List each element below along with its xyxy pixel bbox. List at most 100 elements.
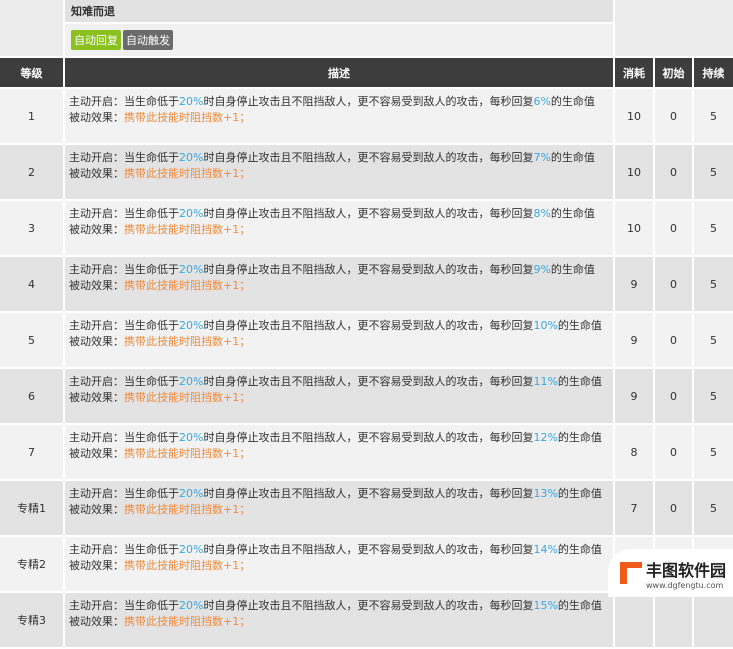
duration-cell: 5 xyxy=(694,145,733,201)
text: 被动效果： xyxy=(69,447,124,460)
passive-effect: 被动效果：携带此技能时阻挡数+1； xyxy=(69,166,613,182)
cost-cell: 9 xyxy=(615,257,653,313)
header-duration: 持续 xyxy=(694,58,733,89)
heal-value: 13% xyxy=(533,487,558,500)
heal-value: 9% xyxy=(533,263,551,276)
passive-effect: 被动效果：携带此技能时阻挡数+1； xyxy=(69,558,613,574)
level-cell: 7 xyxy=(0,425,63,481)
text: 的生命值 xyxy=(557,487,602,500)
passive-value: 携带此技能时阻挡数+1； xyxy=(124,335,251,348)
text: 时自身停止攻击且不阻挡敌人，更不容易受到敌人的攻击，每秒回复 xyxy=(203,319,534,332)
text: 被动效果： xyxy=(69,279,124,292)
table-row: 4 主动开启：当生命低于20%时自身停止攻击且不阻挡敌人，更不容易受到敌人的攻击… xyxy=(0,257,733,313)
desc-cell: 主动开启：当生命低于20%时自身停止攻击且不阻挡敌人，更不容易受到敌人的攻击，每… xyxy=(65,593,613,649)
text: 的生命值 xyxy=(557,319,602,332)
desc-cell: 主动开启：当生命低于20%时自身停止攻击且不阻挡敌人，更不容易受到敌人的攻击，每… xyxy=(65,145,613,201)
level-cell: 3 xyxy=(0,201,63,257)
text: 主动开启：当生命低于 xyxy=(69,263,179,276)
skill-tags: 自动回复 自动触发 xyxy=(65,24,613,58)
text: 时自身停止攻击且不阻挡敌人，更不容易受到敌人的攻击，每秒回复 xyxy=(203,599,534,612)
table-row: 3 主动开启：当生命低于20%时自身停止攻击且不阻挡敌人，更不容易受到敌人的攻击… xyxy=(0,201,733,257)
duration-cell: 5 xyxy=(694,313,733,369)
text: 时自身停止攻击且不阻挡敌人，更不容易受到敌人的攻击，每秒回复 xyxy=(203,263,534,276)
text: 主动开启：当生命低于 xyxy=(69,207,179,220)
text: 主动开启：当生命低于 xyxy=(69,431,179,444)
tag-auto-trigger: 自动触发 xyxy=(123,30,173,50)
text: 时自身停止攻击且不阻挡敌人，更不容易受到敌人的攻击，每秒回复 xyxy=(203,95,534,108)
passive-effect: 被动效果：携带此技能时阻挡数+1； xyxy=(69,502,613,518)
text: 的生命值 xyxy=(550,95,595,108)
text: 主动开启：当生命低于 xyxy=(69,319,179,332)
text: 主动开启：当生命低于 xyxy=(69,487,179,500)
heal-value: 15% xyxy=(533,599,558,612)
heal-value: 6% xyxy=(533,95,551,108)
table-row: 专精1 主动开启：当生命低于20%时自身停止攻击且不阻挡敌人，更不容易受到敌人的… xyxy=(0,481,733,537)
desc-cell: 主动开启：当生命低于20%时自身停止攻击且不阻挡敌人，更不容易受到敌人的攻击，每… xyxy=(65,313,613,369)
threshold-value: 20% xyxy=(179,319,204,332)
duration-cell xyxy=(694,593,733,649)
passive-effect: 被动效果：携带此技能时阻挡数+1； xyxy=(69,222,613,238)
cost-cell: 8 xyxy=(615,425,653,481)
skill-name: 知难而退 xyxy=(65,0,613,24)
level-cell: 2 xyxy=(0,145,63,201)
threshold-value: 20% xyxy=(179,95,204,108)
duration-cell: 5 xyxy=(694,89,733,145)
watermark-logo: 丰图软件园 www.dgfengtu.com xyxy=(608,549,733,597)
text: 主动开启：当生命低于 xyxy=(69,599,179,612)
text: 的生命值 xyxy=(557,543,602,556)
duration-cell: 5 xyxy=(694,257,733,313)
duration-cell: 5 xyxy=(694,201,733,257)
text: 的生命值 xyxy=(557,599,602,612)
level-cell: 专精2 xyxy=(0,537,63,593)
duration-cell: 5 xyxy=(694,481,733,537)
desc-cell: 主动开启：当生命低于20%时自身停止攻击且不阻挡敌人，更不容易受到敌人的攻击，每… xyxy=(65,425,613,481)
text: 时自身停止攻击且不阻挡敌人，更不容易受到敌人的攻击，每秒回复 xyxy=(203,375,534,388)
text: 时自身停止攻击且不阻挡敌人，更不容易受到敌人的攻击，每秒回复 xyxy=(203,487,534,500)
threshold-value: 20% xyxy=(179,207,204,220)
text: 被动效果： xyxy=(69,111,124,124)
heal-value: 7% xyxy=(533,151,551,164)
level-cell: 4 xyxy=(0,257,63,313)
text: 主动开启：当生命低于 xyxy=(69,543,179,556)
passive-effect: 被动效果：携带此技能时阻挡数+1； xyxy=(69,110,613,126)
duration-cell: 5 xyxy=(694,369,733,425)
text: 的生命值 xyxy=(550,263,595,276)
text: 主动开启：当生命低于 xyxy=(69,151,179,164)
init-cell: 0 xyxy=(655,89,692,145)
passive-value: 携带此技能时阻挡数+1； xyxy=(124,167,251,180)
text: 被动效果： xyxy=(69,335,124,348)
text: 主动开启：当生命低于 xyxy=(69,375,179,388)
header-cost: 消耗 xyxy=(615,58,653,89)
text: 被动效果： xyxy=(69,559,124,572)
cost-cell: 10 xyxy=(615,89,653,145)
desc-cell: 主动开启：当生命低于20%时自身停止攻击且不阻挡敌人，更不容易受到敌人的攻击，每… xyxy=(65,481,613,537)
desc-cell: 主动开启：当生命低于20%时自身停止攻击且不阻挡敌人，更不容易受到敌人的攻击，每… xyxy=(65,89,613,145)
level-cell: 专精1 xyxy=(0,481,63,537)
table-row: 6 主动开启：当生命低于20%时自身停止攻击且不阻挡敌人，更不容易受到敌人的攻击… xyxy=(0,369,733,425)
passive-value: 携带此技能时阻挡数+1； xyxy=(124,391,251,404)
empty-cell xyxy=(0,0,63,58)
passive-value: 携带此技能时阻挡数+1； xyxy=(124,615,251,628)
threshold-value: 20% xyxy=(179,543,204,556)
active-effect: 主动开启：当生命低于20%时自身停止攻击且不阻挡敌人，更不容易受到敌人的攻击，每… xyxy=(69,542,613,558)
text: 被动效果： xyxy=(69,223,124,236)
header-level: 等级 xyxy=(0,58,63,89)
passive-value: 携带此技能时阻挡数+1； xyxy=(124,503,251,516)
tag-auto-recovery: 自动回复 xyxy=(71,30,121,50)
passive-effect: 被动效果：携带此技能时阻挡数+1； xyxy=(69,278,613,294)
active-effect: 主动开启：当生命低于20%时自身停止攻击且不阻挡敌人，更不容易受到敌人的攻击，每… xyxy=(69,374,613,390)
text: 时自身停止攻击且不阻挡敌人，更不容易受到敌人的攻击，每秒回复 xyxy=(203,543,534,556)
threshold-value: 20% xyxy=(179,375,204,388)
desc-cell: 主动开启：当生命低于20%时自身停止攻击且不阻挡敌人，更不容易受到敌人的攻击，每… xyxy=(65,369,613,425)
active-effect: 主动开启：当生命低于20%时自身停止攻击且不阻挡敌人，更不容易受到敌人的攻击，每… xyxy=(69,94,613,110)
text: 被动效果： xyxy=(69,615,124,628)
passive-value: 携带此技能时阻挡数+1； xyxy=(124,111,251,124)
text: 的生命值 xyxy=(550,207,595,220)
active-effect: 主动开启：当生命低于20%时自身停止攻击且不阻挡敌人，更不容易受到敌人的攻击，每… xyxy=(69,486,613,502)
header-desc: 描述 xyxy=(65,58,613,89)
threshold-value: 20% xyxy=(179,263,204,276)
table-row: 专精3 主动开启：当生命低于20%时自身停止攻击且不阻挡敌人，更不容易受到敌人的… xyxy=(0,593,733,649)
init-cell: 0 xyxy=(655,201,692,257)
text: 的生命值 xyxy=(557,431,602,444)
cost-cell: 10 xyxy=(615,201,653,257)
